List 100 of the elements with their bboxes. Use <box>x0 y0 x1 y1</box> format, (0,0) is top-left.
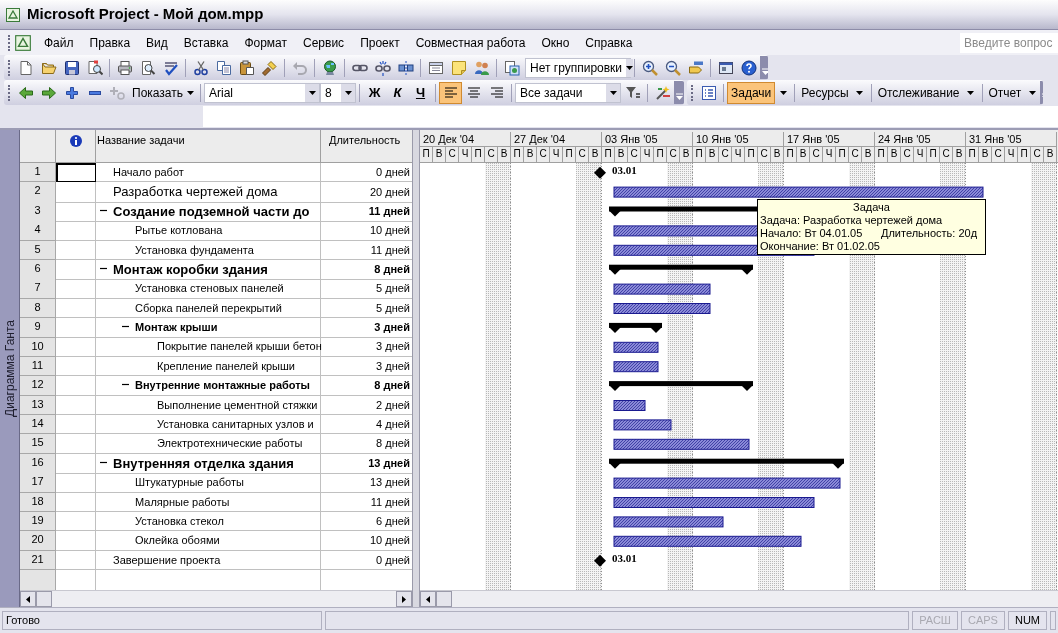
row-number[interactable]: 14 <box>20 415 56 435</box>
go-to-task-icon[interactable] <box>687 59 704 76</box>
help-icon[interactable] <box>740 59 757 76</box>
show-menu-button[interactable]: Показать <box>129 81 197 104</box>
row-number[interactable]: 20 <box>20 531 56 551</box>
menu-item[interactable]: Справка <box>577 33 641 52</box>
paste-icon[interactable] <box>238 59 255 76</box>
milestone-marker[interactable] <box>594 166 606 179</box>
row-number[interactable]: 9 <box>20 318 56 338</box>
scroll-thumb[interactable] <box>36 591 52 607</box>
horizontal-scrollbar[interactable] <box>420 590 1058 607</box>
zoom-in-icon[interactable] <box>641 59 658 76</box>
scroll-left-button[interactable] <box>420 591 436 607</box>
row-number[interactable]: 7 <box>20 279 56 299</box>
row-number[interactable]: 4 <box>20 221 56 241</box>
menu-item[interactable]: Совместная работа <box>407 33 534 52</box>
timescale-day: В <box>1044 147 1057 162</box>
text-style-button[interactable]: Ч <box>409 81 432 104</box>
summary-bar[interactable] <box>609 322 662 333</box>
menu-item[interactable]: Проект <box>352 33 408 52</box>
row-number[interactable]: 19 <box>20 512 56 532</box>
task-duration: 3 дней <box>376 339 410 355</box>
save-icon[interactable] <box>63 59 80 76</box>
scroll-right-button[interactable] <box>396 591 412 607</box>
column-header[interactable]: Название задачи <box>96 130 321 162</box>
document-icon[interactable] <box>14 33 32 52</box>
unlink-icon[interactable] <box>374 59 391 76</box>
font-size-dropdown[interactable]: 8 <box>320 82 356 103</box>
scroll-left-button[interactable] <box>20 591 36 607</box>
row-number[interactable]: 13 <box>20 395 56 416</box>
menu-item[interactable]: Вставка <box>175 33 237 52</box>
summary-bar[interactable] <box>609 458 844 469</box>
row-number[interactable]: 2 <box>20 182 56 203</box>
menu-item[interactable]: Правка <box>81 33 139 52</box>
task-bar[interactable] <box>613 361 659 373</box>
copy-picture-icon[interactable] <box>503 59 520 76</box>
row-number[interactable]: 17 <box>20 473 56 493</box>
help-search-field[interactable]: Введите вопрос <box>960 32 1058 53</box>
align-left-button[interactable] <box>439 81 462 104</box>
window-icon[interactable] <box>717 59 734 76</box>
column-header[interactable]: Длительность <box>321 130 412 162</box>
menu-item[interactable]: Окно <box>533 33 578 52</box>
row-number[interactable]: 18 <box>20 492 56 513</box>
view-menu-button[interactable]: Ресурсы <box>798 81 852 104</box>
row-number[interactable]: 1 <box>20 163 56 183</box>
summary-bar[interactable] <box>609 264 753 275</box>
row-number[interactable]: 21 <box>20 550 56 571</box>
row-number[interactable]: 15 <box>20 434 56 454</box>
split-icon[interactable] <box>397 59 414 76</box>
print-preview-icon[interactable] <box>139 59 156 76</box>
task-bar[interactable] <box>613 535 802 547</box>
horizontal-scrollbar[interactable] <box>20 590 412 607</box>
task-bar[interactable] <box>613 341 659 353</box>
wizard-icon[interactable] <box>654 84 671 101</box>
row-number[interactable]: 10 <box>20 337 56 357</box>
timescale-day: С <box>992 147 1005 162</box>
row-number[interactable]: 8 <box>20 298 56 319</box>
filter-icon[interactable] <box>624 84 641 101</box>
back-arrow-icon[interactable] <box>17 84 34 101</box>
row-number[interactable]: 11 <box>20 356 56 377</box>
menu-item[interactable]: Сервис <box>295 33 353 52</box>
menu-item[interactable]: Формат <box>236 33 296 52</box>
row-number[interactable]: 12 <box>20 376 56 396</box>
timescale-day: П <box>654 147 667 162</box>
view-list-icon[interactable] <box>700 84 717 101</box>
text-style-button[interactable]: К <box>386 81 409 104</box>
grouping-dropdown[interactable]: Нет группировки <box>525 57 631 78</box>
view-menu-button[interactable]: Отчет <box>985 81 1025 104</box>
font-dropdown[interactable]: Arial <box>204 82 320 103</box>
copy-icon[interactable] <box>215 59 232 76</box>
spell-check-icon[interactable] <box>162 59 179 76</box>
print-icon[interactable] <box>116 59 133 76</box>
people-icon[interactable] <box>473 59 490 76</box>
indicator-cell[interactable] <box>56 163 96 183</box>
note-icon[interactable] <box>450 59 467 76</box>
forward-arrow-icon[interactable] <box>40 84 57 101</box>
brush-icon[interactable] <box>261 59 278 76</box>
toolbar-options-icon[interactable] <box>676 93 683 100</box>
new-document-icon[interactable] <box>17 59 34 76</box>
menu-item[interactable]: Файл <box>36 33 82 52</box>
entry-field[interactable] <box>203 106 1058 127</box>
milestone-marker[interactable] <box>594 554 606 567</box>
scroll-thumb[interactable] <box>436 591 452 607</box>
toolbar-options-icon[interactable] <box>762 68 768 75</box>
zoom-out-icon[interactable] <box>664 59 681 76</box>
timescale-day: С <box>485 147 498 162</box>
cut-icon[interactable] <box>192 59 209 76</box>
view-menu-button[interactable]: Задачи <box>727 81 776 104</box>
task-bar[interactable] <box>613 438 750 450</box>
filter-dropdown[interactable]: Все задачи <box>515 82 621 103</box>
timescale-day: П <box>966 147 979 162</box>
view-bar[interactable]: Диаграмма Ганта <box>0 130 20 607</box>
text-style-button[interactable]: Ж <box>363 81 386 104</box>
row-number[interactable]: 5 <box>20 240 56 260</box>
search-document-icon[interactable] <box>86 59 103 76</box>
plus-icon[interactable] <box>63 84 80 101</box>
globe-icon[interactable] <box>321 59 338 76</box>
view-menu-button[interactable]: Отслеживание <box>874 81 963 104</box>
summary-bar[interactable] <box>609 381 753 392</box>
menu-item[interactable]: Вид <box>138 33 176 52</box>
